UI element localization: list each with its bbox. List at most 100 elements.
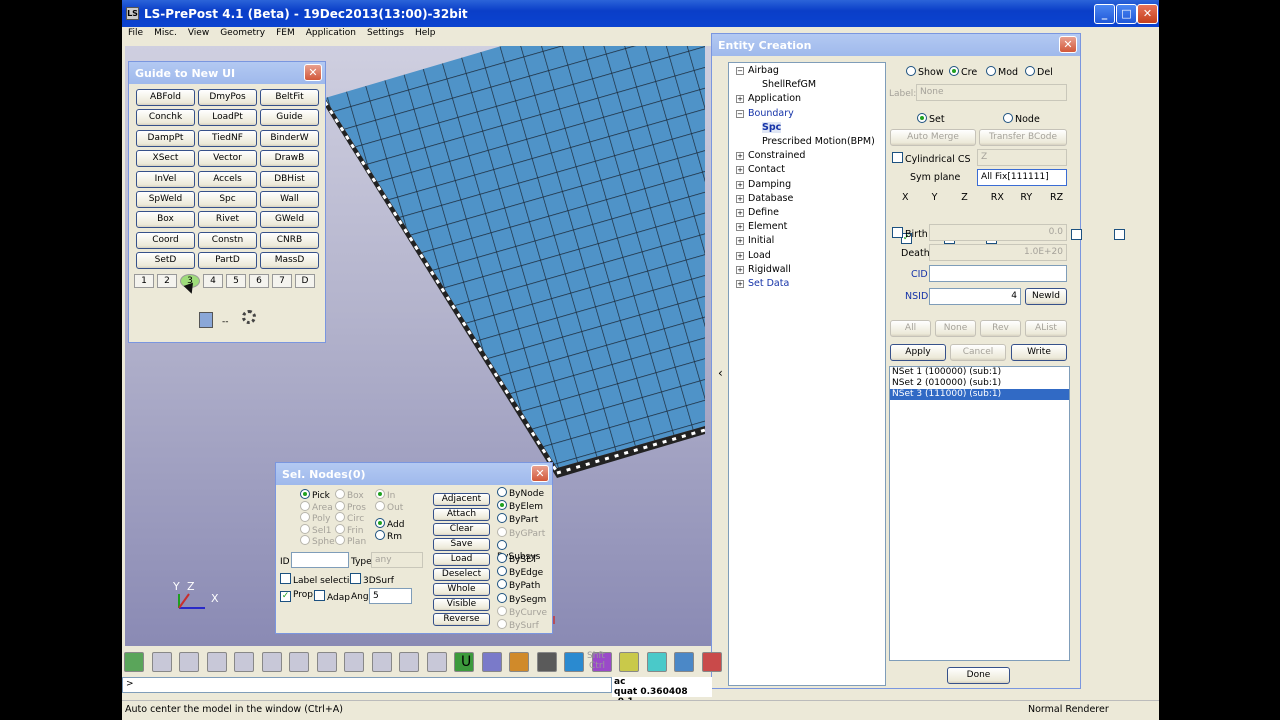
id-input[interactable] <box>291 552 349 568</box>
view-tool-icon[interactable] <box>371 652 392 672</box>
load-button[interactable]: Load <box>433 553 490 566</box>
minimize-button[interactable]: _ <box>1094 4 1115 24</box>
view-tool-icon[interactable] <box>674 652 694 672</box>
method-box-radio[interactable]: Box <box>335 489 364 501</box>
opt-rm-radio[interactable]: Rm <box>375 529 402 542</box>
method-area-radio[interactable]: Area <box>300 500 333 513</box>
birth-input[interactable]: 0.0 <box>929 224 1067 241</box>
rev-button[interactable]: Rev <box>980 320 1021 337</box>
method-sphe-radio[interactable]: Sphe <box>300 535 335 547</box>
bynode-radio[interactable]: ByNode <box>497 487 544 499</box>
bysegm-radio[interactable]: BySegm <box>497 592 546 605</box>
type-select[interactable]: any <box>371 552 423 568</box>
guide-close-button[interactable]: ✕ <box>304 64 322 81</box>
tree-item-load[interactable]: + Load <box>736 249 896 263</box>
view-tool-icon[interactable] <box>399 652 419 672</box>
tab-5[interactable]: 5 <box>226 274 246 288</box>
view-tool-icon[interactable] <box>564 652 584 672</box>
reverse-button[interactable]: Reverse <box>433 613 490 626</box>
tab-7[interactable]: 7 <box>272 274 292 288</box>
cid-input[interactable] <box>929 265 1067 282</box>
whole-button[interactable]: Whole <box>433 583 490 596</box>
box-button[interactable]: Box <box>136 211 195 229</box>
damppt-button[interactable]: DampPt <box>136 129 195 147</box>
tree-item-rigidwall[interactable]: + Rigidwall <box>736 263 896 277</box>
invel-button[interactable]: InVel <box>136 170 195 188</box>
view-tool-icon[interactable] <box>206 652 227 672</box>
tree-item-boundary[interactable]: − Boundary <box>736 107 896 121</box>
beltfit-button[interactable]: BeltFit <box>260 89 319 106</box>
menu-settings[interactable]: Settings <box>361 27 409 38</box>
mode-del-radio[interactable]: Del <box>1025 66 1053 78</box>
view-tool-icon[interactable] <box>344 652 364 672</box>
xsect-button[interactable]: XSect <box>136 150 195 168</box>
view-tool-icon[interactable] <box>619 652 639 672</box>
bypart-radio[interactable]: ByPart <box>497 513 538 525</box>
method-poly-radio[interactable]: Poly <box>300 512 330 524</box>
nsid-input[interactable]: 4 <box>929 288 1021 305</box>
binderw-button[interactable]: BinderW <box>260 129 319 147</box>
guide-button[interactable]: Guide <box>260 109 319 127</box>
dbhist-button[interactable]: DBHist <box>260 170 319 188</box>
dof-rz-checkbox[interactable] <box>1114 229 1125 240</box>
view-tool-icon[interactable] <box>179 652 199 672</box>
table-icon[interactable] <box>199 312 213 328</box>
tab-6[interactable]: 6 <box>249 274 269 288</box>
view-tool-icon[interactable] <box>481 652 502 672</box>
cylindrical-cs-checkbox[interactable]: Cylindrical CS <box>892 152 971 165</box>
conchk-button[interactable]: Conchk <box>136 109 195 127</box>
sym-plane-select[interactable]: All Fix[111111] <box>977 169 1067 186</box>
mode-cre-radio[interactable]: Cre <box>949 66 977 78</box>
tree-item-database[interactable]: + Database <box>736 192 896 206</box>
menu-misc[interactable]: Misc. <box>148 27 182 38</box>
newid-button[interactable]: NewId <box>1025 288 1067 305</box>
death-input[interactable]: 1.0E+20 <box>929 244 1067 261</box>
view-tool-icon[interactable] <box>316 652 337 672</box>
opt-add-radio[interactable]: Add <box>375 518 404 530</box>
coord-button[interactable]: Coord <box>136 231 195 249</box>
3dsurf-checkbox[interactable]: 3DSurf <box>350 573 394 586</box>
tree-item-define[interactable]: + Define <box>736 206 896 220</box>
drawb-button[interactable]: DrawB <box>260 150 319 168</box>
method-pros-radio[interactable]: Pros <box>335 500 366 513</box>
transfer-bcode-button[interactable]: Transfer BCode <box>979 129 1067 146</box>
bycurve-radio[interactable]: ByCurve <box>497 605 547 618</box>
maximize-button[interactable]: □ <box>1116 4 1137 24</box>
selnodes-close-button[interactable]: ✕ <box>531 465 549 482</box>
attach-button[interactable]: Attach <box>433 508 490 521</box>
tab-2[interactable]: 2 <box>157 274 177 288</box>
opt-in-radio[interactable]: In <box>375 489 395 501</box>
node-radio[interactable]: Node <box>1003 113 1040 125</box>
bysurf-radio[interactable]: BySurf <box>497 619 539 631</box>
set-radio[interactable]: Set <box>917 113 945 125</box>
apply-button[interactable]: Apply <box>890 344 946 361</box>
auto-merge-button[interactable]: Auto Merge <box>890 129 976 146</box>
command-input[interactable]: > <box>122 677 612 693</box>
tree-item-application[interactable]: + Application <box>736 92 896 106</box>
byset-radio[interactable]: BySET <box>497 553 537 565</box>
dof-ry-checkbox[interactable] <box>1071 229 1083 240</box>
save-button[interactable]: Save <box>433 538 490 551</box>
method-sel1-radio[interactable]: Sel1 <box>300 523 331 536</box>
menu-geometry[interactable]: Geometry <box>214 27 270 38</box>
tab-4[interactable]: 4 <box>203 274 223 288</box>
menu-file[interactable]: File <box>122 27 148 38</box>
tree-item-spc[interactable]: Spc <box>736 121 896 135</box>
view-tool-icon[interactable] <box>646 652 667 672</box>
mode-mod-radio[interactable]: Mod <box>986 66 1018 78</box>
view-tool-icon[interactable] <box>536 652 557 672</box>
tab-d[interactable]: D <box>295 274 315 288</box>
view-tool-icon[interactable] <box>426 652 447 672</box>
view-tool-icon[interactable] <box>289 652 309 672</box>
done-button[interactable]: Done <box>947 667 1010 684</box>
tree-item-airbag[interactable]: − Airbag <box>736 64 896 78</box>
view-tool-icon[interactable] <box>509 652 529 672</box>
tree-item-set-data[interactable]: + Set Data <box>736 277 896 291</box>
birth-checkbox[interactable]: Birth <box>892 227 928 240</box>
spc-button[interactable]: Spc <box>198 191 257 208</box>
menu-application[interactable]: Application <box>300 27 361 38</box>
byedge-radio[interactable]: ByEdge <box>497 566 543 578</box>
bypath-radio[interactable]: ByPath <box>497 579 540 591</box>
entity-close-button[interactable]: ✕ <box>1059 36 1077 53</box>
byelem-radio[interactable]: ByElem <box>497 500 543 512</box>
